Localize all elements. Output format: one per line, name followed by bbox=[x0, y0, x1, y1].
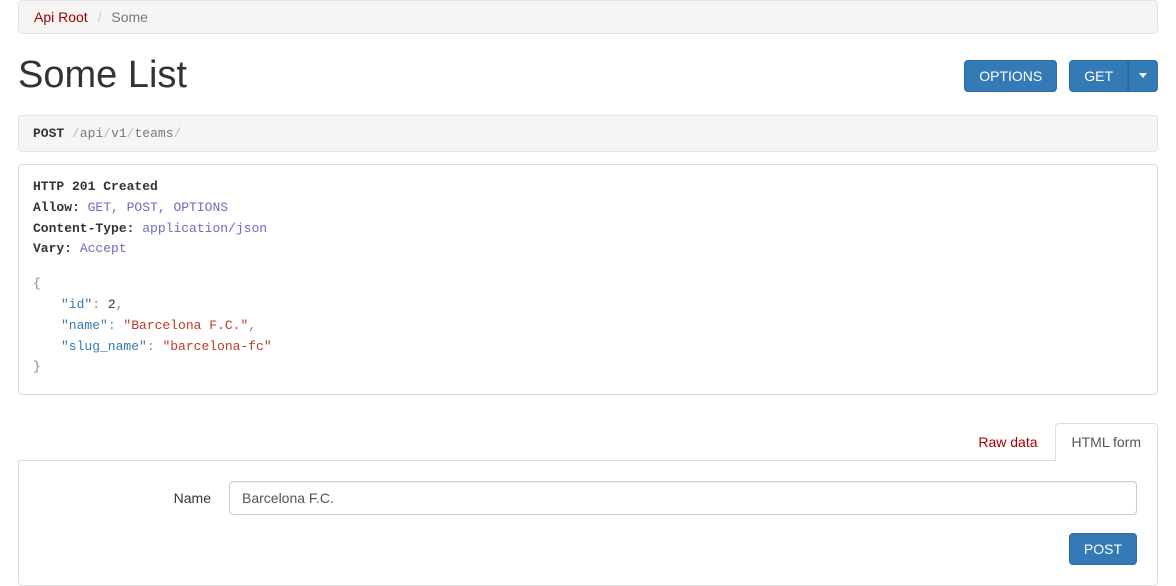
options-button[interactable]: OPTIONS bbox=[964, 60, 1057, 92]
get-button[interactable]: GET bbox=[1069, 60, 1128, 92]
form-tabs: Raw data HTML form bbox=[18, 423, 1158, 461]
response-header-content-type: Content-Type: application/json bbox=[33, 219, 1143, 240]
response-panel: HTTP 201 Created Allow: GET, POST, OPTIO… bbox=[18, 164, 1158, 395]
page-title: Some List bbox=[18, 54, 187, 97]
response-header-vary: Vary: Accept bbox=[33, 239, 1143, 260]
name-field-label: Name bbox=[39, 490, 229, 506]
response-body: { "id": 2, "name": "Barcelona F.C.", "sl… bbox=[33, 274, 1143, 378]
response-status: HTTP 201 Created bbox=[33, 177, 1143, 198]
header-actions: OPTIONS GET bbox=[964, 60, 1158, 92]
post-button[interactable]: POST bbox=[1069, 533, 1137, 565]
request-path: /api/v1/teams/ bbox=[72, 126, 181, 141]
chevron-down-icon bbox=[1139, 73, 1147, 78]
tab-html-form[interactable]: HTML form bbox=[1055, 423, 1158, 461]
response-header-allow: Allow: GET, POST, OPTIONS bbox=[33, 198, 1143, 219]
name-field[interactable] bbox=[229, 481, 1137, 515]
breadcrumb-root-link[interactable]: Api Root bbox=[34, 9, 88, 25]
request-line: POST /api/v1/teams/ bbox=[18, 115, 1158, 152]
request-method: POST bbox=[33, 126, 64, 141]
breadcrumb-separator: / bbox=[92, 9, 108, 25]
breadcrumb: Api Root / Some bbox=[18, 0, 1158, 34]
html-form-panel: Name POST bbox=[18, 461, 1158, 586]
breadcrumb-current: Some bbox=[111, 9, 148, 25]
tab-raw-data[interactable]: Raw data bbox=[961, 423, 1054, 461]
get-dropdown-button[interactable] bbox=[1128, 60, 1158, 92]
